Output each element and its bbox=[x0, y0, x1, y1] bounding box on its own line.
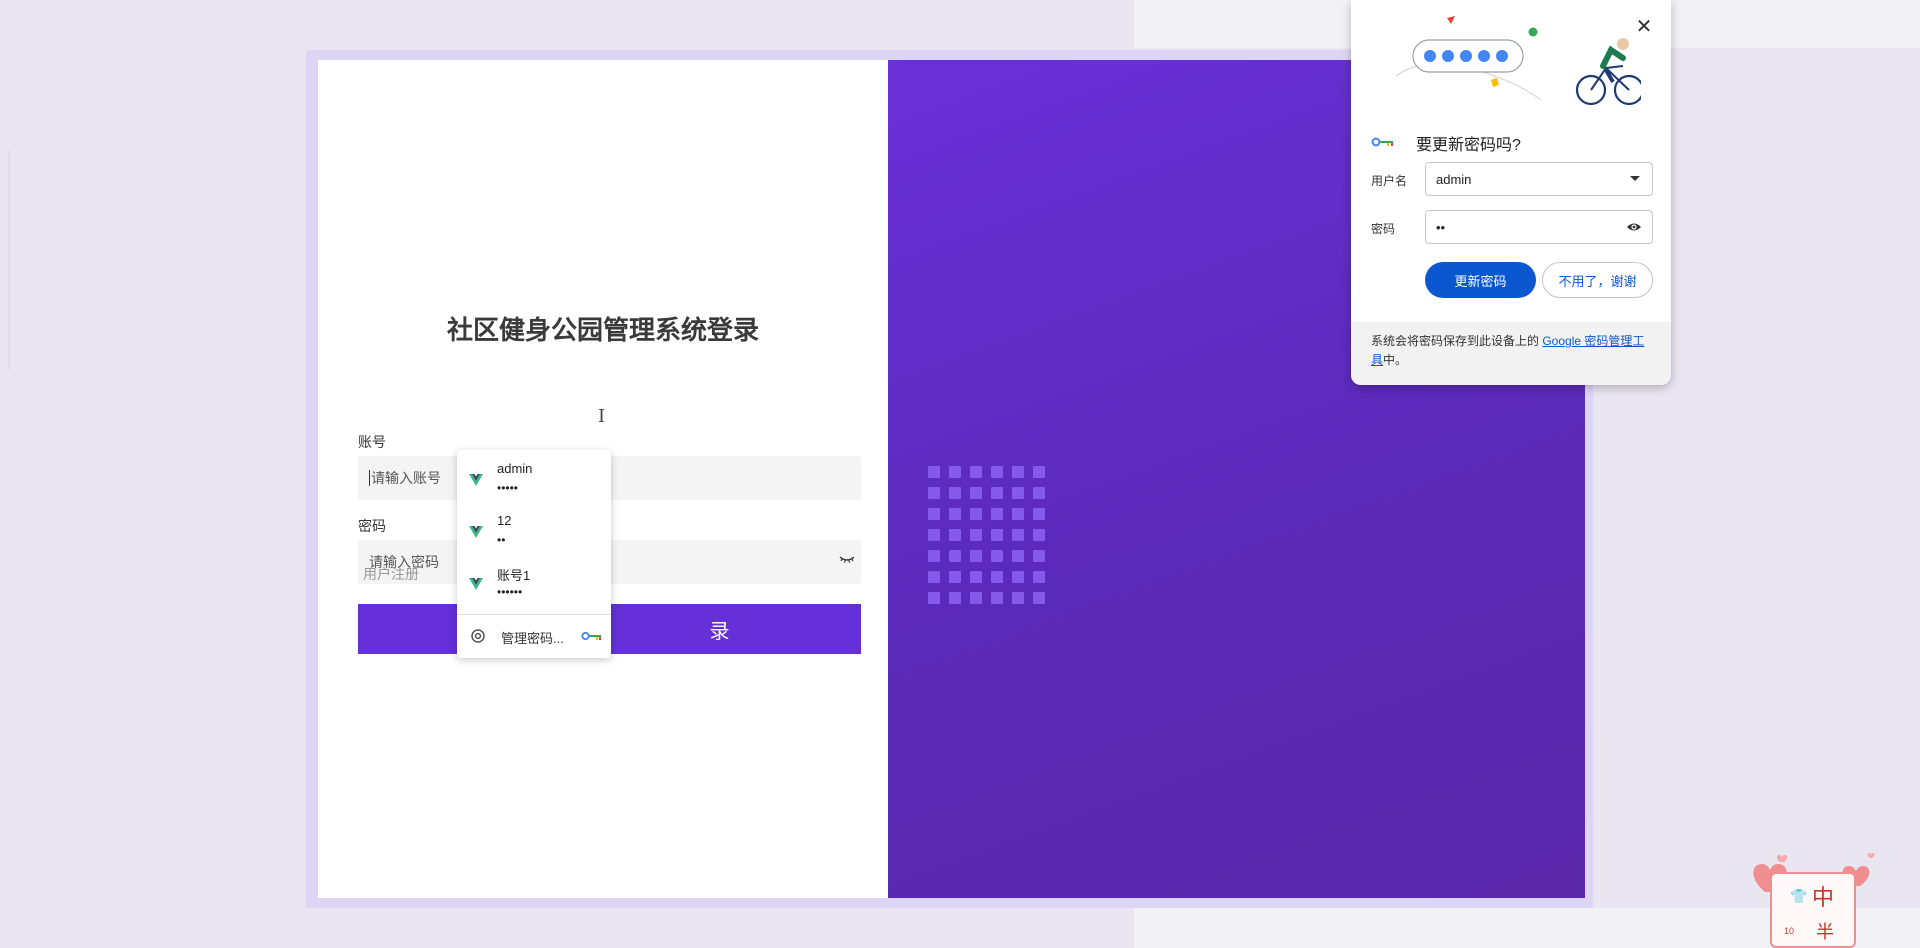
eye-closed-icon[interactable] bbox=[839, 553, 855, 565]
widget-char-top: 中 bbox=[1812, 885, 1835, 910]
autofill-item[interactable]: admin ••••• bbox=[457, 457, 611, 507]
manage-passwords-item[interactable]: 管理密码... bbox=[457, 618, 611, 654]
popup-title: 要更新密码吗? bbox=[1416, 137, 1521, 154]
dots-grid-decoration bbox=[928, 466, 1045, 604]
username-label: 用户名 bbox=[1371, 174, 1408, 188]
password-value: •• bbox=[1436, 219, 1446, 235]
autofill-item[interactable]: 账号1 •••••• bbox=[457, 561, 611, 611]
background-ghost-decoration bbox=[8, 150, 50, 370]
account-label: 账号 bbox=[358, 434, 386, 450]
register-link[interactable]: 用户注册 bbox=[363, 564, 419, 584]
autofill-item[interactable]: 12 •• bbox=[457, 509, 611, 559]
footer-suffix: 中。 bbox=[1383, 353, 1408, 367]
widget-box: 👕 中 10 半 bbox=[1770, 872, 1856, 948]
footer-text: 系统会将密码保存到此设备上的 bbox=[1371, 334, 1543, 348]
key-icon bbox=[1371, 137, 1393, 147]
dropdown-arrow-icon bbox=[1630, 176, 1640, 181]
chrome-icon bbox=[471, 629, 485, 643]
account-placeholder: 请输入账号 bbox=[371, 470, 441, 486]
text-cursor-icon: I bbox=[598, 406, 606, 427]
corner-widget[interactable]: 👕 中 10 半 bbox=[1740, 850, 1880, 948]
page-title: 社区健身公园管理系统登录 bbox=[446, 315, 759, 345]
username-value: admin bbox=[1436, 171, 1472, 187]
login-button-label: 录 bbox=[709, 620, 730, 643]
no-thanks-button[interactable]: 不用了，谢谢 bbox=[1542, 262, 1653, 298]
close-icon[interactable]: ✕ bbox=[1631, 14, 1657, 40]
manage-passwords-label: 管理密码... bbox=[501, 631, 564, 646]
key-icon bbox=[581, 631, 601, 641]
username-select[interactable]: admin bbox=[1425, 162, 1653, 196]
shirt-icon: 👕 bbox=[1790, 888, 1808, 904]
text-caret bbox=[369, 470, 370, 486]
widget-char-bottom: 半 bbox=[1816, 922, 1834, 942]
divider bbox=[457, 614, 611, 615]
autofill-password: ••••• bbox=[497, 481, 519, 495]
password-field[interactable]: •• bbox=[1425, 210, 1653, 244]
vue-icon bbox=[469, 526, 483, 538]
autofill-password: •••••• bbox=[497, 585, 523, 599]
autofill-username: 12 bbox=[497, 513, 512, 528]
password-label: 密码 bbox=[1371, 222, 1396, 236]
vue-icon bbox=[469, 578, 483, 590]
autofill-dropdown: admin ••••• 12 •• 账号1 •••••• 管理密码... bbox=[457, 450, 611, 658]
cyclist-illustration bbox=[1395, 16, 1641, 106]
autofill-password: •• bbox=[497, 533, 506, 547]
widget-small-text: 10 bbox=[1784, 926, 1795, 936]
eye-icon[interactable] bbox=[1626, 221, 1642, 233]
password-update-popup: ✕ 要更新密码吗? 用户名 admin 密码 •• 更新密码 不用了，谢谢 系统… bbox=[1351, 0, 1671, 385]
autofill-username: admin bbox=[497, 461, 533, 476]
autofill-username: 账号1 bbox=[497, 568, 531, 583]
popup-footer: 系统会将密码保存到此设备上的 Google 密码管理工具中。 bbox=[1351, 322, 1671, 385]
password-label: 密码 bbox=[358, 518, 386, 534]
vue-icon bbox=[469, 474, 483, 486]
update-password-button[interactable]: 更新密码 bbox=[1425, 262, 1536, 298]
